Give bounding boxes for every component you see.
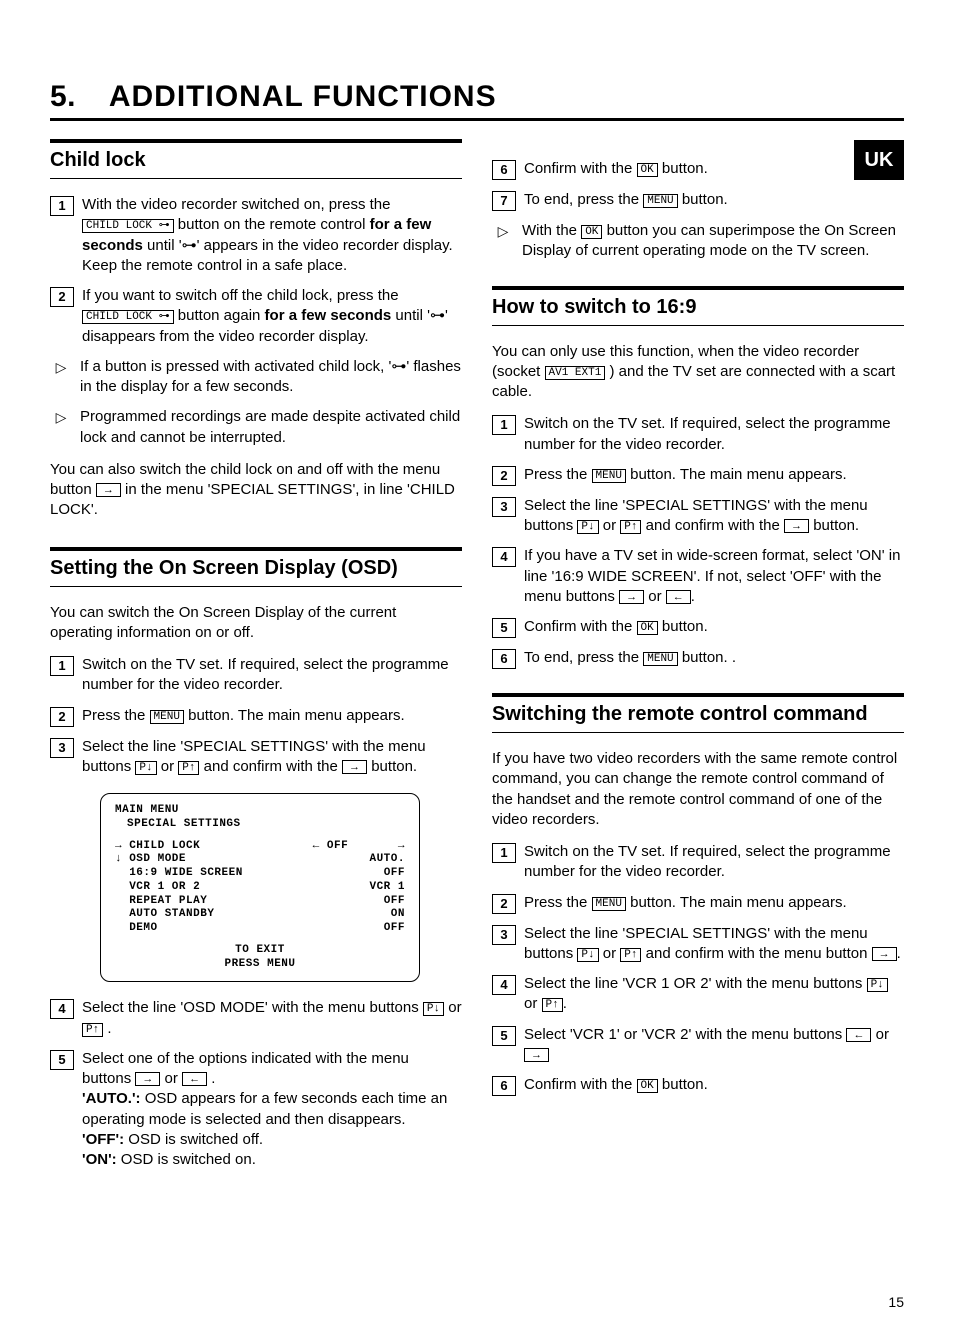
body-text: You can switch the On Screen Display of … [50, 603, 462, 644]
ok-button-label: OK [581, 225, 602, 239]
step: 5 Select one of the options indicated wi… [50, 1049, 462, 1171]
heading-osd: Setting the On Screen Display (OSD) [50, 547, 462, 580]
p-down-button: P↓ [577, 948, 598, 962]
osd-row: → CHILD LOCK← OFF → [115, 840, 405, 854]
step: 2 Press the MENU button. The main menu a… [50, 706, 462, 727]
right-column: 6 Confirm with the OK button. 7 To end, … [492, 139, 904, 1180]
step: 1 With the video recorder switched on, p… [50, 195, 462, 276]
p-down-button: P↓ [423, 1002, 444, 1016]
body-text: You can only use this function, when the… [492, 342, 904, 403]
p-up-button: P↑ [542, 998, 563, 1012]
step: 4 Select the line 'OSD MODE' with the me… [50, 998, 462, 1039]
body-text: You can also switch the child lock on an… [50, 460, 462, 521]
page-number: 15 [888, 1294, 904, 1310]
arrow-left-button: ← [666, 590, 691, 604]
child-lock-button-label: CHILD LOCK ⊶ [82, 219, 174, 233]
osd-row: ↓ OSD MODEAUTO. [115, 853, 405, 867]
step: 3 Select the line 'SPECIAL SETTINGS' wit… [50, 737, 462, 778]
osd-menu-panel: MAIN MENU SPECIAL SETTINGS → CHILD LOCK←… [100, 793, 420, 982]
left-column: Child lock 1 With the video recorder swi… [50, 139, 462, 1180]
ok-button-label: OK [637, 1079, 658, 1093]
arrow-right-button: → [524, 1048, 549, 1062]
menu-button-label: MENU [592, 897, 626, 911]
osd-row: AUTO STANDBYON [115, 908, 405, 922]
step: 7 To end, press the MENU button. [492, 190, 904, 211]
step: 6 Confirm with the OK button. [492, 159, 904, 180]
note-icon: ▷ [50, 408, 72, 448]
step-text: If you want to switch off the child lock… [82, 286, 462, 347]
p-up-button: P↑ [620, 520, 641, 534]
step-number: 2 [50, 287, 74, 307]
arrow-right-button: → [135, 1072, 160, 1086]
p-down-button: P↓ [867, 978, 888, 992]
heading-remote-command: Switching the remote control command [492, 693, 904, 726]
note: ▷ If a button is pressed with activated … [50, 357, 462, 398]
menu-button-label: MENU [150, 710, 184, 724]
chapter-rule [50, 118, 904, 121]
arrow-left-button: ← [182, 1072, 207, 1086]
step: 1 Switch on the TV set. If required, sel… [50, 655, 462, 696]
chapter-number: 5. [50, 80, 100, 114]
osd-row: VCR 1 OR 2VCR 1 [115, 881, 405, 895]
arrow-right-button: → [784, 519, 809, 533]
menu-button-label: MENU [643, 652, 677, 666]
body-text: If you have two video recorders with the… [492, 749, 904, 830]
osd-row: REPEAT PLAYOFF [115, 895, 405, 909]
step: 2 If you want to switch off the child lo… [50, 286, 462, 347]
menu-button-label: MENU [592, 469, 626, 483]
arrow-right-button: → [342, 760, 367, 774]
region-badge: UK [854, 140, 904, 180]
p-up-button: P↑ [178, 761, 199, 775]
ok-button-label: OK [637, 621, 658, 635]
osd-row: 16:9 WIDE SCREENOFF [115, 867, 405, 881]
menu-button-label: MENU [643, 194, 677, 208]
arrow-right-button: → [96, 483, 121, 497]
osd-row: DEMOOFF [115, 922, 405, 936]
note: ▷ With the OK button you can superimpose… [492, 221, 904, 262]
p-up-button: P↑ [82, 1023, 103, 1037]
ok-button-label: OK [637, 163, 658, 177]
note-icon: ▷ [492, 222, 514, 262]
av1-ext1-label: AV1 EXT1 [545, 366, 606, 380]
step-text: With the video recorder switched on, pre… [82, 195, 462, 276]
p-up-button: P↑ [620, 948, 641, 962]
heading-16-9: How to switch to 16:9 [492, 286, 904, 319]
arrow-right-button: → [619, 590, 644, 604]
arrow-right-button: → [872, 947, 897, 961]
heading-child-lock: Child lock [50, 139, 462, 172]
chapter-name: ADDITIONAL FUNCTIONS [109, 80, 497, 113]
p-down-button: P↓ [135, 761, 156, 775]
note-icon: ▷ [50, 358, 72, 398]
step-number: 1 [50, 196, 74, 216]
p-down-button: P↓ [577, 520, 598, 534]
chapter-title: 5. ADDITIONAL FUNCTIONS [50, 80, 904, 114]
child-lock-button-label: CHILD LOCK ⊶ [82, 310, 174, 324]
note: ▷ Programmed recordings are made despite… [50, 407, 462, 448]
arrow-left-button: ← [846, 1028, 871, 1042]
